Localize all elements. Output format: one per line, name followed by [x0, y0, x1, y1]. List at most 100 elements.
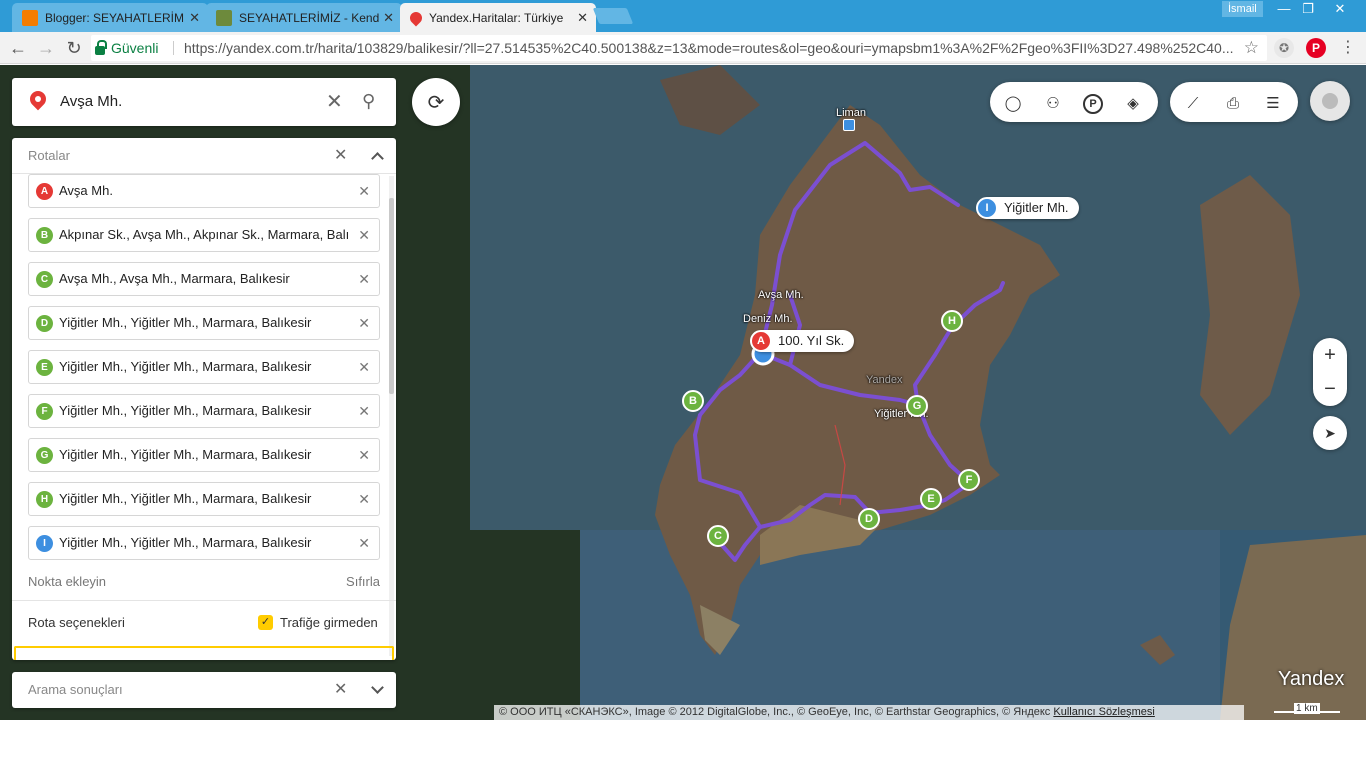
waypoint-input[interactable]: Yiğitler Mh., Yiğitler Mh., Marmara, Bal… — [59, 395, 349, 427]
waypoint-input[interactable]: Yiğitler Mh., Yiğitler Mh., Marmara, Bal… — [59, 351, 349, 383]
secure-indicator[interactable]: Güvenli — [95, 35, 158, 61]
search-box[interactable]: Avşa Mh. ✕ ⚲ — [12, 78, 396, 126]
remove-waypoint-icon[interactable]: ✕ — [358, 227, 370, 244]
navigation-arrow-icon: ➤ — [1324, 424, 1336, 441]
browser-tab-active[interactable]: Yandex.Haritalar: Türkiye ✕ — [400, 3, 596, 32]
waypoint-input[interactable]: Akpınar Sk., Avşa Mh., Akpınar Sk., Marm… — [59, 219, 349, 251]
menu-dots-icon[interactable]: ⋮ — [1338, 38, 1358, 58]
geolocate-button[interactable]: ➤ — [1313, 416, 1347, 450]
profile-chip[interactable]: İsmail — [1222, 1, 1263, 17]
waypoint-input[interactable]: Yiğitler Mh., Yiğitler Mh., Marmara, Bal… — [59, 483, 349, 515]
scrollbar-thumb[interactable] — [389, 198, 394, 394]
waypoint-badge: E — [36, 359, 53, 376]
map-viewport[interactable]: Liman Avşa Mh. Deniz Mh. Yandex Yiğitler… — [0, 65, 1366, 720]
close-routes-icon[interactable]: ✕ — [334, 146, 347, 166]
traffic-icon[interactable]: ◯ — [1003, 94, 1023, 114]
collapse-chevron-icon[interactable] — [371, 152, 384, 165]
waypoint-field[interactable]: E Yiğitler Mh., Yiğitler Mh., Marmara, B… — [28, 350, 380, 384]
zoom-control: + − — [1313, 338, 1347, 406]
waypoint-input[interactable]: Avşa Mh. — [59, 175, 349, 207]
route-marker-c[interactable]: C — [707, 525, 729, 553]
route-mode-button[interactable]: ⟳ — [412, 78, 460, 126]
add-point-link[interactable]: Nokta ekleyin — [28, 574, 106, 589]
url-text[interactable]: https://yandex.com.tr/harita/103829/bali… — [184, 35, 1234, 61]
avatar[interactable] — [1310, 81, 1350, 121]
search-results-bar[interactable]: Arama sonuçları ✕ — [12, 672, 396, 708]
waypoint-input[interactable]: Avşa Mh., Avşa Mh., Marmara, Balıkesir — [59, 263, 349, 295]
waypoint-input[interactable]: Yiğitler Mh., Yiğitler Mh., Marmara, Bal… — [59, 527, 349, 559]
remove-waypoint-icon[interactable]: ✕ — [358, 447, 370, 464]
waypoint-field[interactable]: A Avşa Mh. ✕ — [28, 174, 380, 208]
browser-tab[interactable]: SEYAHATLERİMİZ - Kendi ✕ — [206, 3, 402, 32]
waypoint-field[interactable]: D Yiğitler Mh., Yiğitler Mh., Marmara, B… — [28, 306, 380, 340]
avoid-traffic-checkbox[interactable]: ✓ — [258, 615, 273, 630]
waypoint-field[interactable]: G Yiğitler Mh., Yiğitler Mh., Marmara, B… — [28, 438, 380, 472]
extension-icon[interactable]: ✪ — [1274, 38, 1294, 58]
map-label-liman: Liman — [836, 107, 866, 119]
clear-search-icon[interactable]: ✕ — [326, 92, 343, 112]
browser-tab[interactable]: Blogger: SEYAHATLERİMİZ ✕ — [12, 3, 208, 32]
close-tab-icon[interactable]: ✕ — [189, 10, 200, 26]
waypoint-input[interactable]: Yiğitler Mh., Yiğitler Mh., Marmara, Bal… — [59, 439, 349, 471]
route-marker-a[interactable]: A — [750, 330, 772, 358]
close-tab-icon[interactable]: ✕ — [577, 10, 588, 26]
route-marker-e[interactable]: E — [920, 488, 942, 516]
zoom-out-icon[interactable]: − — [1313, 372, 1347, 406]
waypoint-field[interactable]: I Yiğitler Mh., Yiğitler Mh., Marmara, B… — [28, 526, 380, 560]
waypoint-field[interactable]: F Yiğitler Mh., Yiğitler Mh., Marmara, B… — [28, 394, 380, 428]
route-marker-g[interactable]: G — [906, 395, 928, 423]
map-tools-toolbar: ⟋ ⎙ ☰ — [1170, 82, 1298, 122]
remove-waypoint-icon[interactable]: ✕ — [358, 403, 370, 420]
bookmark-star-icon[interactable]: ☆ — [1244, 35, 1259, 61]
results-title: Arama sonuçları — [28, 682, 123, 697]
layers-icon[interactable]: ◈ — [1123, 94, 1143, 114]
close-window-icon[interactable]: ✕ — [1326, 0, 1354, 18]
search-icon[interactable]: ⚲ — [362, 91, 375, 111]
yandex-maps-favicon-icon — [407, 9, 425, 26]
waypoint-input[interactable]: Yiğitler Mh., Yiğitler Mh., Marmara, Bal… — [59, 307, 349, 339]
remove-waypoint-icon[interactable]: ✕ — [358, 535, 370, 552]
expand-chevron-icon[interactable] — [371, 681, 384, 694]
port-icon[interactable] — [843, 119, 855, 131]
address-bar[interactable]: Güvenli https://yandex.com.tr/harita/103… — [91, 35, 1267, 61]
reset-link[interactable]: Sıfırla — [346, 574, 380, 589]
waypoint-field[interactable]: B Akpınar Sk., Avşa Mh., Akpınar Sk., Ma… — [28, 218, 380, 252]
restore-icon[interactable]: ❐ — [1294, 0, 1322, 18]
reload-icon[interactable]: ↻ — [62, 36, 86, 60]
routes-panel-header: Rotalar ✕ — [12, 138, 396, 174]
close-tab-icon[interactable]: ✕ — [383, 10, 394, 26]
scrollbar[interactable] — [389, 176, 394, 656]
forward-icon[interactable]: → — [34, 36, 58, 60]
waypoint-field[interactable]: C Avşa Mh., Avşa Mh., Marmara, Balıkesir… — [28, 262, 380, 296]
new-tab-button[interactable] — [592, 8, 634, 24]
remove-waypoint-icon[interactable]: ✕ — [358, 491, 370, 508]
parking-icon[interactable]: P — [1083, 94, 1103, 114]
yandex-logo: Yandex — [1278, 668, 1345, 690]
print-icon[interactable]: ⎙ — [1223, 94, 1243, 114]
close-results-icon[interactable]: ✕ — [334, 680, 347, 700]
search-input[interactable]: Avşa Mh. — [60, 78, 122, 126]
waypoint-badge: F — [36, 403, 53, 420]
remove-waypoint-icon[interactable]: ✕ — [358, 359, 370, 376]
route-marker-h[interactable]: H — [941, 310, 963, 338]
pinterest-icon[interactable]: P — [1306, 38, 1326, 58]
zoom-in-icon[interactable]: + — [1313, 338, 1347, 372]
routes-panel: Rotalar ✕ A Avşa Mh. ✕ B Akpınar Sk., Av… — [12, 138, 396, 660]
route-marker-d[interactable]: D — [858, 508, 880, 536]
route-icon: ⟳ — [427, 91, 445, 114]
route-result-card[interactable] — [14, 646, 394, 660]
menu-icon[interactable]: ☰ — [1263, 94, 1283, 114]
remove-waypoint-icon[interactable]: ✕ — [358, 271, 370, 288]
route-marker-f[interactable]: F — [958, 469, 980, 497]
route-marker-b[interactable]: B — [682, 390, 704, 418]
attribution-text: © ООО ИТЦ «СКАНЭКС», Image © 2012 Digita… — [499, 706, 1051, 718]
ruler-icon[interactable]: ⟋ — [1183, 94, 1203, 114]
remove-waypoint-icon[interactable]: ✕ — [358, 315, 370, 332]
route-marker-i[interactable]: I — [976, 197, 998, 225]
waypoint-field[interactable]: H Yiğitler Mh., Yiğitler Mh., Marmara, B… — [28, 482, 380, 516]
route-options-label[interactable]: Rota seçenekleri — [28, 615, 125, 630]
terms-link[interactable]: Kullanıcı Sözleşmesi — [1053, 706, 1155, 718]
back-icon[interactable]: ← — [6, 36, 30, 60]
transit-icon[interactable]: ⚇ — [1043, 94, 1063, 114]
remove-waypoint-icon[interactable]: ✕ — [358, 183, 370, 200]
